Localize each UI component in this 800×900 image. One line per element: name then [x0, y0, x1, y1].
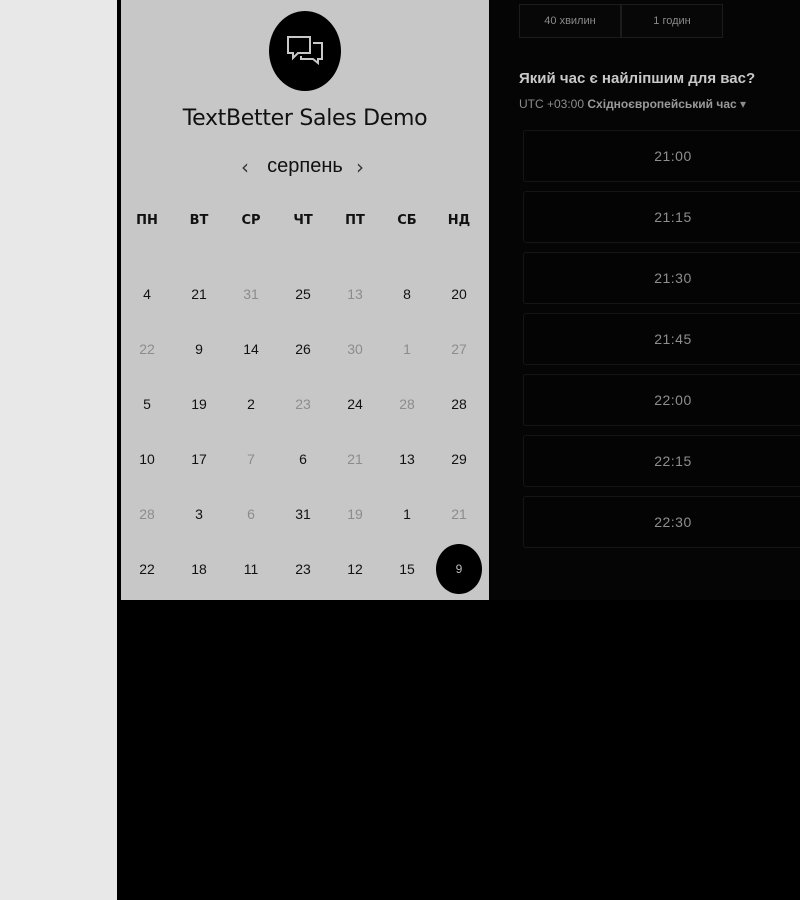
weekday-header: ПН ВТ СР ЧТ ПТ СБ НД	[121, 213, 489, 228]
calendar-day[interactable]: 28	[433, 380, 485, 428]
time-slot[interactable]: 22:00	[523, 374, 800, 426]
calendar-day[interactable]: 2	[225, 380, 277, 428]
calendar-day[interactable]: 6	[277, 435, 329, 483]
chevron-down-icon: ▾	[740, 97, 747, 111]
calendar-week: 28 3 6 31 19 1 21	[121, 490, 489, 538]
calendar-day-unavailable: 27	[451, 341, 467, 357]
calendar-week: 22 18 11 23 12 15 9	[121, 544, 489, 594]
time-slot[interactable]: 21:45	[523, 313, 800, 365]
calendar-day[interactable]: 22	[121, 545, 173, 593]
month-label: серпень	[267, 155, 343, 177]
calendar-week: 5 19 2 23 24 28 28	[121, 380, 489, 428]
weekday-label: СБ	[397, 213, 417, 228]
calendar-day-unavailable: 28	[139, 506, 155, 522]
calendar-day[interactable]: 31	[277, 490, 329, 538]
calendar-week: 4 21 31 25 13 8 20	[121, 270, 489, 318]
calendar-day-unavailable: 23	[295, 396, 311, 412]
calendar-day[interactable]: 3	[173, 490, 225, 538]
calendar-day-unavailable: 22	[139, 341, 155, 357]
weekday-label: ПТ	[345, 213, 365, 228]
timezone-selector[interactable]: UTC +03:00 Східноєвропейський час ▾	[519, 97, 746, 111]
calendar-day[interactable]: 17	[173, 435, 225, 483]
selected-day-label: 9	[455, 562, 463, 576]
duration-tabs: 40 хвилин 1 годин	[519, 4, 723, 38]
calendar-day[interactable]: 19	[173, 380, 225, 428]
calendar-day-selected[interactable]: 9	[433, 544, 485, 594]
chat-bubbles-icon	[269, 11, 341, 91]
timezone-name: Східноєвропейський час	[587, 97, 737, 111]
calendar-panel: TextBetter Sales Demo ‹ серпень › ПН ВТ …	[121, 0, 489, 600]
calendar-day[interactable]: 12	[329, 545, 381, 593]
duration-tab[interactable]: 1 годин	[621, 4, 723, 38]
weekday-label: СР	[241, 213, 261, 228]
calendar-day[interactable]: 20	[433, 270, 485, 318]
calendar-day[interactable]: 14	[225, 325, 277, 373]
calendar-day[interactable]: 18	[173, 545, 225, 593]
time-question: Який час є найліпшим для вас?	[519, 70, 756, 87]
weekday-label: ВТ	[189, 213, 209, 228]
time-slot[interactable]: 22:15	[523, 435, 800, 487]
calendar-day[interactable]: 25	[277, 270, 329, 318]
time-slot[interactable]: 21:00	[523, 130, 800, 182]
calendar-day[interactable]: 29	[433, 435, 485, 483]
calendar-day[interactable]: 8	[381, 270, 433, 318]
calendar-day[interactable]: 23	[277, 545, 329, 593]
duration-tab[interactable]: 40 хвилин	[519, 4, 621, 38]
weekday-label: ПН	[136, 213, 158, 228]
calendar-week: 22 9 14 26 30 1 27	[121, 325, 489, 373]
calendar-day[interactable]: 11	[225, 545, 277, 593]
calendar-day[interactable]: 13	[381, 435, 433, 483]
time-selection-panel: 40 хвилин 1 годин Який час є найліпшим д…	[490, 0, 800, 600]
event-title: TextBetter Sales Demo	[182, 106, 428, 131]
calendar-week: 10 17 7 6 21 13 29	[121, 435, 489, 483]
time-slot-list: 21:00 21:15 21:30 21:45 22:00 22:15 22:3…	[523, 130, 800, 557]
calendar-day[interactable]: 15	[381, 545, 433, 593]
calendar-day-unavailable: 19	[347, 506, 363, 522]
calendar-day[interactable]: 1	[381, 490, 433, 538]
calendar-day-unavailable: 30	[347, 341, 363, 357]
calendar-day[interactable]: 9	[173, 325, 225, 373]
weekday-label: ЧТ	[293, 213, 313, 228]
calendar-day[interactable]: 4	[121, 270, 173, 318]
calendar-day-unavailable: 31	[243, 286, 259, 302]
left-gutter	[0, 0, 117, 900]
time-slot[interactable]: 22:30	[523, 496, 800, 548]
calendar-day[interactable]: 24	[329, 380, 381, 428]
next-month-button[interactable]: ›	[356, 155, 364, 179]
calendar-day-unavailable: 21	[451, 506, 467, 522]
calendar-day-unavailable: 21	[347, 451, 363, 467]
time-slot[interactable]: 21:15	[523, 191, 800, 243]
weekday-label: НД	[447, 213, 471, 228]
timezone-offset: UTC +03:00	[519, 97, 585, 111]
calendar-day-unavailable: 28	[399, 396, 415, 412]
time-slot[interactable]: 21:30	[523, 252, 800, 304]
calendar-day[interactable]: 5	[121, 380, 173, 428]
calendar-day-unavailable: 7	[247, 451, 255, 467]
calendar-day[interactable]: 21	[173, 270, 225, 318]
calendar-day[interactable]: 10	[121, 435, 173, 483]
calendar-day-unavailable: 1	[403, 341, 411, 357]
month-navigation: ‹ серпень ›	[121, 153, 489, 183]
calendar-day[interactable]: 26	[277, 325, 329, 373]
calendar-day-unavailable: 6	[247, 506, 255, 522]
calendar-day-unavailable: 13	[347, 286, 363, 302]
